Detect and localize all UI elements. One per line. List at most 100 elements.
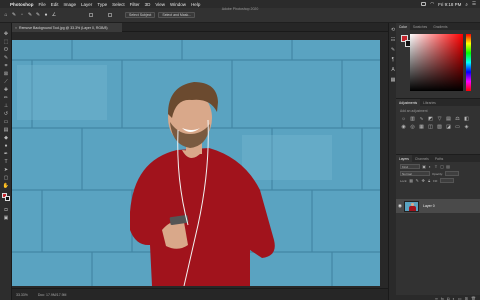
menu-layer[interactable]: Layer (81, 2, 92, 7)
filter-adjust-icon[interactable]: ◐ (428, 164, 432, 169)
eraser-tool-icon[interactable]: ▭ (2, 119, 10, 125)
blur-tool-icon[interactable]: ◆ (2, 135, 10, 141)
home-icon[interactable]: ⌂ (3, 12, 9, 18)
document-tab[interactable]: × Remove Background Tool.jpg @ 33.3% (La… (12, 23, 122, 32)
path-selection-tool-icon[interactable]: ➤ (2, 167, 10, 173)
search-icon[interactable]: ⌕ (465, 2, 468, 7)
enhance-edge-checkbox[interactable] (108, 13, 112, 17)
layer-name[interactable]: Layer 0 (423, 204, 435, 208)
healing-brush-tool-icon[interactable]: ✚ (2, 87, 10, 93)
layer-row[interactable]: ◉ Layer 0 (396, 199, 480, 213)
menu-view[interactable]: View (155, 2, 165, 7)
background-color-swatch[interactable] (5, 196, 10, 201)
shape-tool-icon[interactable]: ▢ (2, 175, 10, 181)
angle-icon[interactable]: ∠ (51, 12, 57, 18)
tab-gradients[interactable]: Gradients (430, 23, 450, 30)
new-layer-icon[interactable]: ⊞ (465, 296, 468, 300)
filter-pixel-icon[interactable]: ▣ (422, 164, 426, 169)
color-balance-icon[interactable]: ⚖ (454, 116, 461, 122)
tab-libraries[interactable]: Libraries (420, 99, 439, 106)
filter-type-icon[interactable]: T (434, 164, 438, 169)
menu-3d[interactable]: 3D (145, 2, 151, 7)
lasso-tool-icon[interactable]: ʘ (2, 47, 10, 53)
clock[interactable]: Fri 9:18 PM (438, 2, 461, 7)
filter-smart-icon[interactable]: ▤ (446, 164, 450, 169)
lock-transparent-icon[interactable]: ▦ (409, 178, 413, 183)
clone-stamp-tool-icon[interactable]: ⊥ (2, 103, 10, 109)
filter-shape-icon[interactable]: ▢ (440, 164, 444, 169)
brightness-icon[interactable]: ☼ (400, 116, 407, 122)
fill-input[interactable] (439, 178, 454, 183)
channel-mixer-icon[interactable]: ◎ (409, 124, 416, 130)
marquee-tool-icon[interactable]: ⬚ (2, 39, 10, 45)
lock-all-icon[interactable]: 🔒︎ (427, 178, 431, 183)
quick-selection-tool-icon[interactable]: ✎ (11, 12, 17, 18)
layer-thumbnail[interactable] (404, 200, 419, 212)
battery-icon[interactable] (421, 2, 427, 6)
menu-window[interactable]: Window (170, 2, 186, 7)
gradient-map-icon[interactable]: ▭ (454, 124, 461, 130)
type-tool-icon[interactable]: T (2, 159, 10, 165)
adjustment-layer-icon[interactable]: ◐ (452, 296, 454, 300)
quick-selection-tool-icon[interactable]: ✎ (2, 55, 10, 61)
hue-slider[interactable] (466, 34, 471, 91)
select-subject-button[interactable]: Select Subject (125, 12, 156, 18)
tab-paths[interactable]: Paths (432, 155, 446, 162)
hue-saturation-icon[interactable]: ▤ (445, 116, 452, 122)
move-tool-icon[interactable]: ✥ (2, 31, 10, 37)
tab-adjustments[interactable]: Adjustments (396, 99, 421, 106)
subtract-selection-icon[interactable]: ✎ (35, 12, 41, 18)
menu-help[interactable]: Help (191, 2, 200, 7)
gradient-tool-icon[interactable]: ▤ (2, 127, 10, 133)
document-canvas[interactable] (12, 40, 380, 286)
new-group-icon[interactable]: ▭ (458, 296, 462, 300)
app-menu[interactable]: Photoshop (10, 2, 34, 7)
canvas-area[interactable] (12, 32, 388, 288)
vibrance-icon[interactable]: ▽ (436, 116, 443, 122)
hand-tool-icon[interactable]: ✋ (2, 183, 10, 189)
tab-channels[interactable]: Channels (412, 155, 432, 162)
invert-icon[interactable]: ◫ (427, 124, 434, 130)
eyedropper-tool-icon[interactable]: ⟋ (2, 79, 10, 85)
lock-paint-icon[interactable]: ✎ (415, 178, 419, 183)
eye-icon[interactable]: ◉ (396, 203, 404, 209)
pen-tool-icon[interactable]: ✒ (2, 151, 10, 157)
lock-move-icon[interactable]: ✥ (421, 178, 425, 183)
screen-mode-icon[interactable]: ▣ (2, 215, 10, 221)
close-icon[interactable]: × (15, 26, 17, 30)
tab-layers[interactable]: Layers (396, 155, 412, 162)
kind-filter[interactable]: Kind (400, 164, 420, 169)
menu-edit[interactable]: Edit (51, 2, 59, 7)
trash-icon[interactable]: 🗑︎ (471, 296, 476, 300)
frame-tool-icon[interactable]: ⊠ (2, 71, 10, 77)
menu-image[interactable]: Image (64, 2, 77, 7)
menu-select[interactable]: Select (112, 2, 125, 7)
add-mask-icon[interactable]: ◘ (447, 296, 449, 300)
layer-style-icon[interactable]: fx (441, 296, 444, 300)
posterize-icon[interactable]: ▧ (436, 124, 443, 130)
new-selection-icon[interactable]: ▫ (19, 12, 25, 18)
exposure-icon[interactable]: ◩ (427, 116, 434, 122)
menu-filter[interactable]: Filter (130, 2, 140, 7)
brush-tool-icon[interactable]: ✏ (2, 95, 10, 101)
sample-all-layers-checkbox[interactable] (89, 13, 93, 17)
black-white-icon[interactable]: ◧ (463, 116, 470, 122)
brush-size-icon[interactable]: ● (43, 12, 49, 18)
color-lookup-icon[interactable]: ▦ (418, 124, 425, 130)
crop-tool-icon[interactable]: ⌗ (2, 63, 10, 69)
history-brush-tool-icon[interactable]: ↺ (2, 111, 10, 117)
tab-swatches[interactable]: Swatches (410, 23, 430, 30)
photo-filter-icon[interactable]: ◉ (400, 124, 407, 130)
select-and-mask-button[interactable]: Select and Mask... (158, 12, 196, 18)
tab-color[interactable]: Color (396, 23, 410, 30)
link-layers-icon[interactable]: ∞ (435, 296, 438, 300)
threshold-icon[interactable]: ◪ (445, 124, 452, 130)
add-selection-icon[interactable]: ✎ (27, 12, 33, 18)
selective-color-icon[interactable]: ◈ (463, 124, 470, 130)
zoom-level[interactable]: 33.33% (16, 293, 28, 297)
color-picker-field[interactable] (410, 34, 463, 91)
dodge-tool-icon[interactable]: ● (2, 143, 10, 149)
curves-icon[interactable]: ∿ (418, 116, 425, 122)
blend-mode-select[interactable]: Normal (400, 171, 430, 176)
menu-type[interactable]: Type (97, 2, 107, 7)
